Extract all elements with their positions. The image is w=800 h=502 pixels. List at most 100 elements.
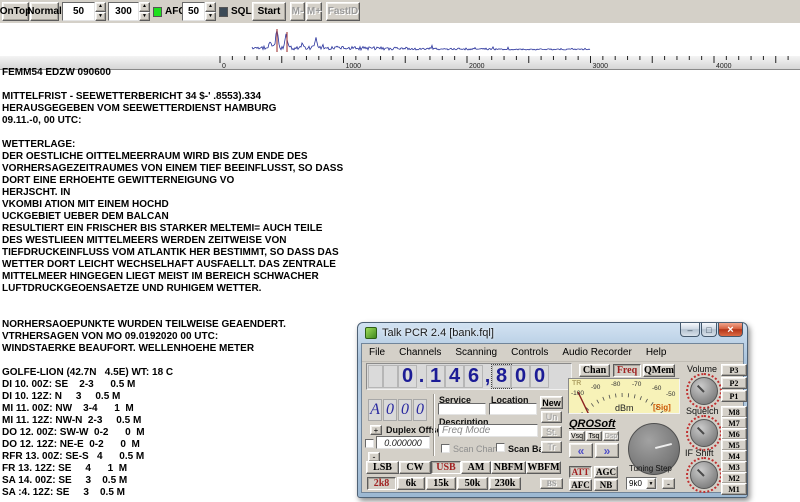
filter-50k-button[interactable]: 50k <box>457 477 488 490</box>
spectrum-display[interactable] <box>0 23 800 55</box>
minimize-button[interactable]: – <box>680 323 700 337</box>
freq-button[interactable]: Freq <box>613 364 641 377</box>
duplex-checkbox[interactable] <box>365 439 374 448</box>
duplex-offset-field[interactable]: 0.000000 <box>376 436 430 449</box>
spinner-1-down-icon[interactable]: ▼ <box>95 11 106 21</box>
text-line: RESULTIERT EIN FRISCHER BIS STARKER MELT… <box>2 223 323 234</box>
new-button[interactable]: New <box>540 396 563 409</box>
volume-knob[interactable] <box>686 373 722 409</box>
squelch-knob[interactable] <box>686 415 722 451</box>
sql-label: SQL <box>231 6 252 17</box>
meter-unit-label: dBm <box>615 403 634 413</box>
agc-button[interactable]: AGC <box>594 466 618 478</box>
wbfm-button[interactable]: WBFM <box>526 461 561 474</box>
usb-button[interactable]: USB <box>431 461 461 474</box>
text-line: VKOMBI ATION MIT EINEM HOCHD <box>2 199 169 210</box>
sql-toggle[interactable]: SQL <box>219 2 252 21</box>
close-button[interactable]: × <box>718 323 743 337</box>
menu-file[interactable]: File <box>362 347 392 358</box>
filter-15k-button[interactable]: 15k <box>426 477 456 490</box>
spinner-2-down-icon[interactable]: ▼ <box>139 11 150 21</box>
freq-digit[interactable] <box>368 365 383 388</box>
afc-toggle[interactable]: AFC <box>153 2 186 21</box>
tuning-step-dropdown[interactable]: 9k0 ▼ <box>626 477 657 490</box>
tsq-button[interactable]: Tsq <box>586 431 602 441</box>
window-controls: – □ × <box>679 323 743 337</box>
scan-up-button[interactable]: » <box>595 443 619 458</box>
tuning-step-dropdown-icon[interactable]: ▼ <box>646 478 656 489</box>
duplex-plus-button[interactable]: + <box>370 425 382 435</box>
qrosoft-logo: QROSoft <box>569 418 616 430</box>
maximize-button[interactable]: □ <box>701 323 717 337</box>
menu-help[interactable]: Help <box>639 347 674 358</box>
spinner-1-value[interactable]: 50 <box>62 2 95 21</box>
freq-digit[interactable]: 0 <box>511 365 530 388</box>
m1-button[interactable]: M1 <box>721 483 747 495</box>
group-separator <box>433 394 435 456</box>
menu-audio-recorder[interactable]: Audio Recorder <box>555 347 638 358</box>
dsp-button[interactable]: Dsp <box>603 431 619 441</box>
meter-tick-label: -80 <box>611 381 621 388</box>
description-field[interactable]: Freq Mode <box>438 424 538 437</box>
menu-channels[interactable]: Channels <box>392 347 448 358</box>
text-line: MITTELMEER HINGEGEN LIEGT MEIST IM BEREI… <box>2 271 319 282</box>
freq-digit[interactable]: 6 <box>464 365 483 388</box>
scan-bank-checkbox[interactable] <box>496 443 505 452</box>
fastid-button[interactable]: FastID <box>326 2 360 21</box>
scan-down-button[interactable]: « <box>569 443 593 458</box>
freq-digit[interactable]: 1 <box>426 365 445 388</box>
tr-button[interactable]: Tr <box>541 441 562 453</box>
spinner-1-up-icon[interactable]: ▲ <box>95 2 106 12</box>
spinner-3-value[interactable]: 50 <box>182 2 205 21</box>
scan-chan-checkbox[interactable] <box>441 444 450 453</box>
menu-scanning[interactable]: Scanning <box>448 347 504 358</box>
cw-button[interactable]: CW <box>399 461 431 474</box>
frequency-display[interactable]: 0 . 1 4 6 , 8 0 0 <box>366 363 572 390</box>
bs-button[interactable]: BS <box>540 478 563 489</box>
filter-2k8-button[interactable]: 2k8 <box>367 477 396 490</box>
nb-button[interactable]: NB <box>594 479 618 491</box>
spinner-2-value[interactable]: 300 <box>108 2 139 21</box>
start-button[interactable]: Start <box>252 2 286 21</box>
text-line: TIEFDRUCKEINFLUSS VOM ATLANTIK HER BESTI… <box>2 247 339 258</box>
filter-230k-button[interactable]: 230k <box>489 477 521 490</box>
ontop-button[interactable]: OnTop <box>0 2 31 21</box>
sql-led-icon <box>219 6 228 17</box>
p1-button[interactable]: P1 <box>721 390 747 402</box>
un-button[interactable]: Un <box>541 411 562 423</box>
spinner-1: 50 ▲ ▼ <box>62 2 106 21</box>
freq-digit[interactable]: 0 <box>530 365 549 388</box>
freq-digit[interactable]: 8 <box>491 364 512 389</box>
memory-minus-button[interactable]: M- <box>290 2 305 21</box>
memory-plus-button[interactable]: M+ <box>306 2 322 21</box>
text-line: DER OESTLICHE OITTELMEERRAUM WIRD BIS ZU… <box>2 151 308 162</box>
qmem-button[interactable]: QMem <box>643 364 675 377</box>
normal-button[interactable]: Normal <box>27 2 62 21</box>
st-button[interactable]: St. <box>541 426 562 438</box>
spinner-3-down-icon[interactable]: ▼ <box>205 11 216 21</box>
afc-button[interactable]: AFC <box>569 479 592 491</box>
nbfm-button[interactable]: NBFM <box>491 461 526 474</box>
freq-separator: , <box>484 365 491 387</box>
text-line: WETTERLAGE: <box>2 139 76 150</box>
att-button[interactable]: ATT <box>569 466 592 478</box>
chan-button[interactable]: Chan <box>579 364 610 377</box>
filter-6k-button[interactable]: 6k <box>397 477 425 490</box>
text-line: MITTELFRIST - SEEWETTERBERICHT 34 $-' .8… <box>2 91 262 102</box>
spinner-2-up-icon[interactable]: ▲ <box>139 2 150 12</box>
freq-digit[interactable] <box>383 365 398 388</box>
menu-controls[interactable]: Controls <box>504 347 555 358</box>
if-shift-knob[interactable] <box>686 457 722 493</box>
freq-digit[interactable]: 0 <box>398 365 417 388</box>
vsq-button[interactable]: Vsq <box>569 431 585 441</box>
am-button[interactable]: AM <box>461 461 491 474</box>
tuning-step-minus-button[interactable]: - <box>662 478 675 489</box>
p2-button[interactable]: P2 <box>721 377 747 389</box>
lsb-button[interactable]: LSB <box>366 461 399 474</box>
freq-digit[interactable]: 4 <box>445 365 464 388</box>
location-field[interactable] <box>489 403 537 415</box>
p3-button[interactable]: P3 <box>721 364 747 376</box>
signal-meter: TR -100 -90 -80 -70 -60 -50 dBm [Sig] <box>568 378 680 414</box>
spinner-3-up-icon[interactable]: ▲ <box>205 2 216 12</box>
service-field[interactable] <box>438 403 486 415</box>
